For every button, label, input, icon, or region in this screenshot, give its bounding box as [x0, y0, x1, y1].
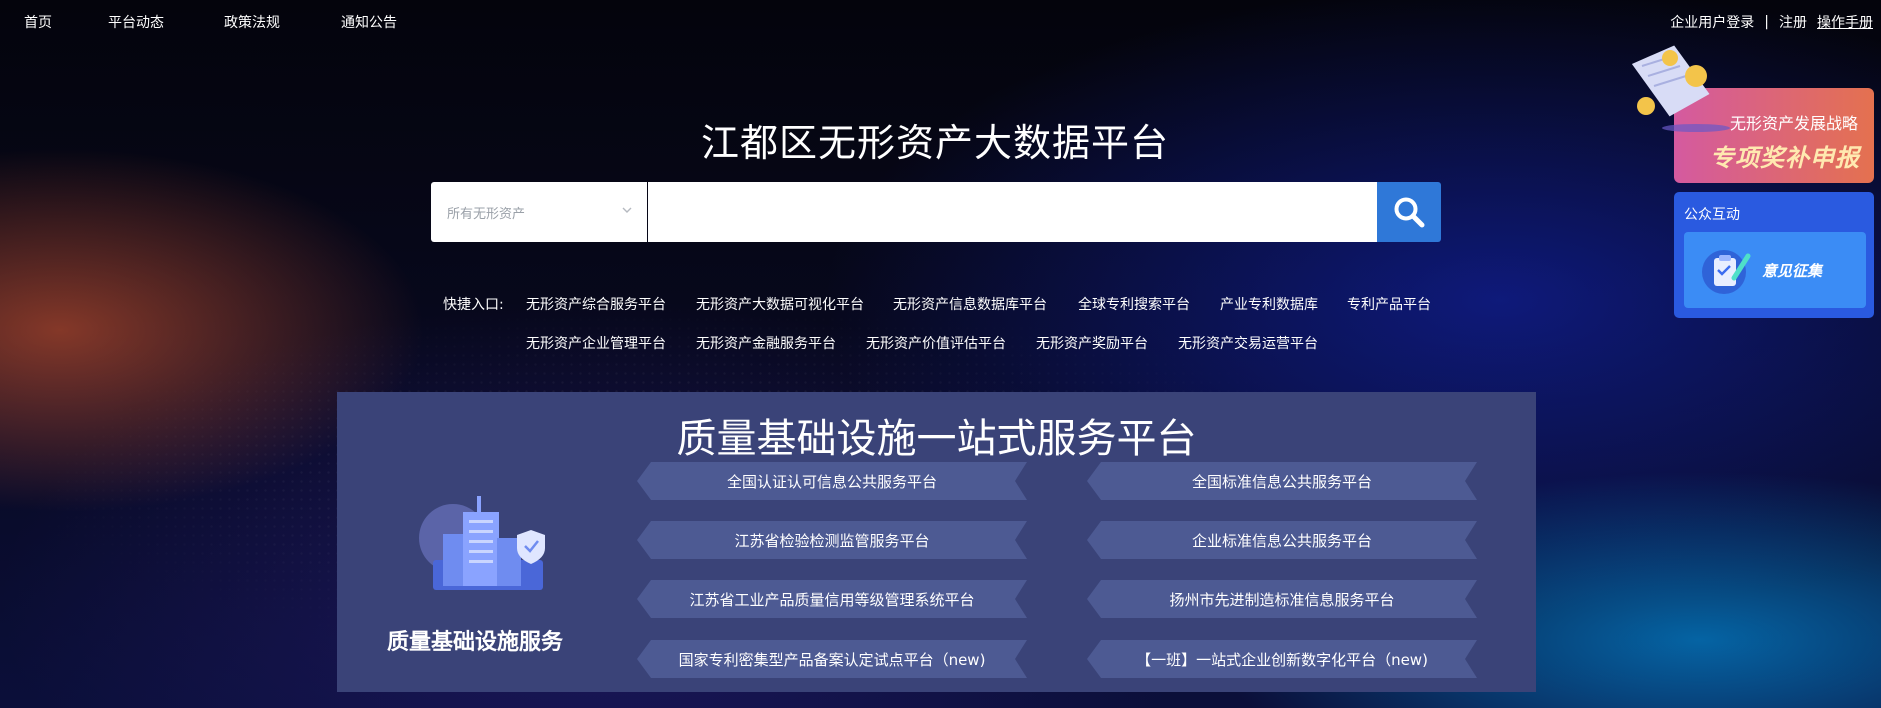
- quick-link[interactable]: 专利产品平台: [1347, 294, 1431, 314]
- feedback-collection-card[interactable]: 意见征集: [1684, 232, 1866, 308]
- building-shield-icon: [413, 488, 563, 608]
- quick-entry-label: 快捷入口:: [443, 294, 504, 314]
- quick-link[interactable]: 无形资产交易运营平台: [1178, 333, 1318, 353]
- manual-link[interactable]: 操作手册: [1817, 12, 1873, 32]
- quick-link[interactable]: 无形资产价值评估平台: [866, 333, 1006, 353]
- quality-link[interactable]: 全国认证认可信息公共服务平台: [637, 462, 1027, 500]
- document-coins-icon: [1626, 42, 1736, 132]
- quick-link[interactable]: 无形资产企业管理平台: [526, 333, 666, 353]
- register-link[interactable]: 注册: [1779, 12, 1807, 32]
- quality-panel-subtitle: 质量基础设施服务: [387, 624, 563, 656]
- site-title: 江都区无形资产大数据平台: [0, 112, 1870, 167]
- quality-link[interactable]: 江苏省检验检测监管服务平台: [637, 521, 1027, 559]
- public-interaction-widget: 公众互动 意见征集: [1674, 192, 1874, 318]
- login-link[interactable]: 企业用户登录: [1670, 12, 1754, 32]
- quality-link[interactable]: 国家专利密集型产品备案认定试点平台（new): [637, 640, 1027, 678]
- quality-panel-title: 质量基础设施一站式服务平台: [337, 406, 1536, 464]
- promo-line-2: 专项奖补申报: [1710, 138, 1860, 173]
- nav-notices[interactable]: 通知公告: [341, 12, 397, 32]
- search-button[interactable]: [1377, 182, 1441, 242]
- quick-link[interactable]: 产业专利数据库: [1220, 294, 1318, 314]
- category-select-value: 所有无形资产: [447, 207, 525, 222]
- quality-link[interactable]: 扬州市先进制造标准信息服务平台: [1087, 580, 1477, 618]
- promo-line-1: 无形资产发展战略: [1730, 110, 1858, 134]
- feedback-collection-label: 意见征集: [1762, 260, 1822, 281]
- quality-link[interactable]: 【一班】一站式企业创新数字化平台（new): [1087, 640, 1477, 678]
- quick-link[interactable]: 无形资产信息数据库平台: [893, 294, 1047, 314]
- nav-platform-news[interactable]: 平台动态: [108, 12, 164, 32]
- nav-home[interactable]: 首页: [24, 12, 52, 32]
- quick-link[interactable]: 无形资产大数据可视化平台: [696, 294, 864, 314]
- quick-link[interactable]: 无形资产奖励平台: [1036, 333, 1148, 353]
- auth-separator: |: [1764, 14, 1769, 30]
- quick-link[interactable]: 无形资产金融服务平台: [696, 333, 836, 353]
- auth-links: 企业用户登录 | 注册 操作手册: [1670, 12, 1873, 32]
- search-bar: 所有无形资产: [431, 182, 1441, 242]
- nav-policies[interactable]: 政策法规: [224, 12, 280, 32]
- chevron-down-icon: [621, 204, 633, 216]
- quick-link[interactable]: 无形资产综合服务平台: [526, 294, 666, 314]
- quality-panel: 质量基础设施一站式服务平台 质量基础设施服务 全国认证认可信息公共服务平台 江苏…: [337, 392, 1536, 692]
- clipboard-pen-icon: [1700, 244, 1752, 296]
- quality-link[interactable]: 全国标准信息公共服务平台: [1087, 462, 1477, 500]
- search-icon: [1392, 195, 1426, 229]
- quality-link[interactable]: 企业标准信息公共服务平台: [1087, 521, 1477, 559]
- search-input[interactable]: [648, 182, 1377, 242]
- public-interaction-heading: 公众互动: [1684, 204, 1740, 224]
- category-select[interactable]: 所有无形资产: [431, 182, 647, 242]
- quick-link[interactable]: 全球专利搜索平台: [1078, 294, 1190, 314]
- quality-link[interactable]: 江苏省工业产品质量信用等级管理系统平台: [637, 580, 1027, 618]
